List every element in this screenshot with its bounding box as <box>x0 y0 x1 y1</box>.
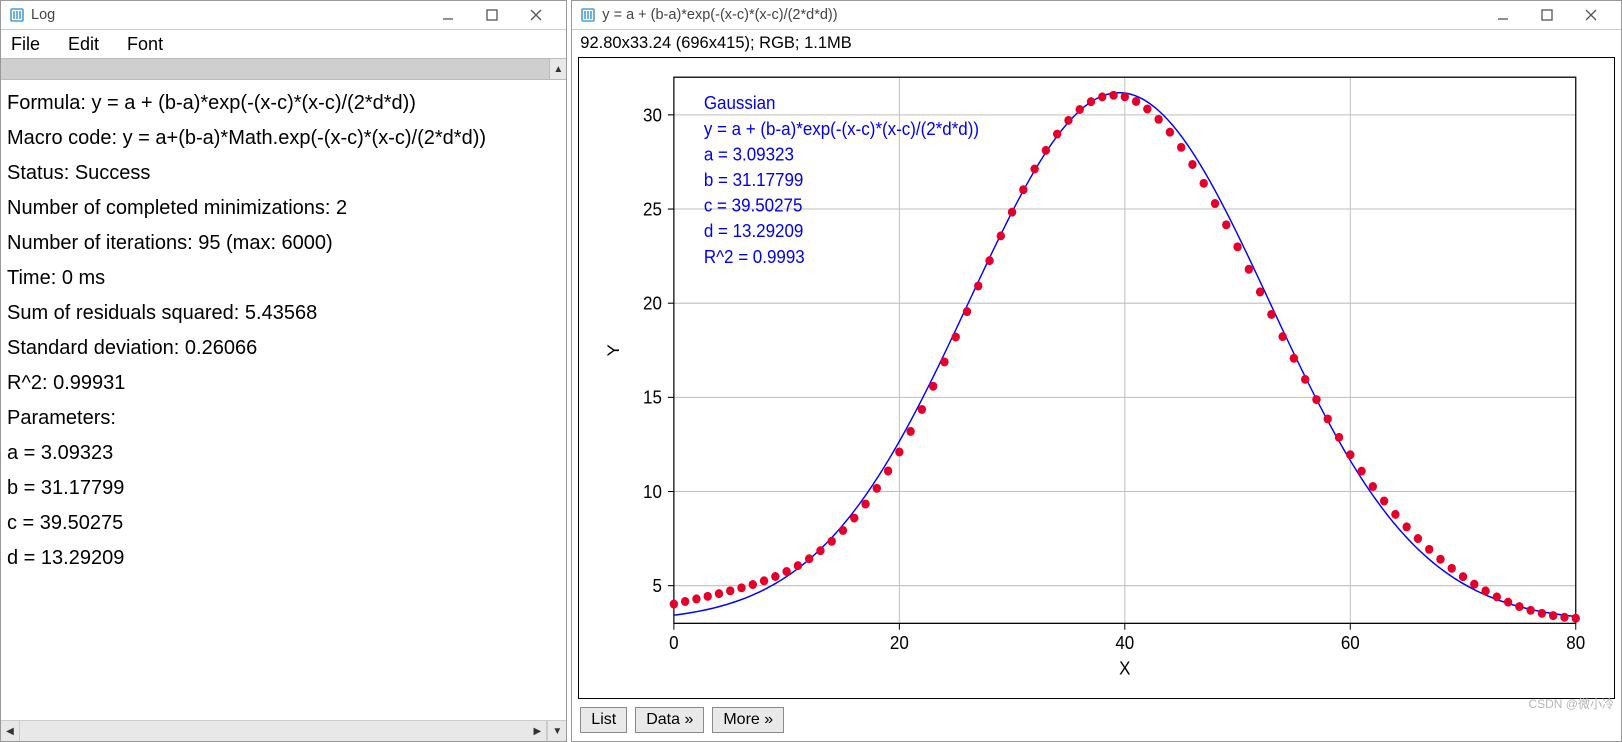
svg-text:c = 39.50275: c = 39.50275 <box>704 195 803 216</box>
log-line: Macro code: y = a+(b-a)*Math.exp(-(x-c)*… <box>7 121 560 156</box>
app-icon <box>580 7 596 23</box>
svg-text:0: 0 <box>669 632 679 653</box>
log-titlebar[interactable]: Log <box>1 1 566 30</box>
svg-text:Y: Y <box>604 344 623 356</box>
watermark: CSDN @微小冷 <box>1528 695 1614 712</box>
log-line: c = 39.50275 <box>7 506 560 541</box>
svg-text:b = 31.17799: b = 31.17799 <box>704 169 804 190</box>
scrollbar-down-icon[interactable]: ▼ <box>547 721 566 741</box>
log-line: Sum of residuals squared: 5.43568 <box>7 296 560 331</box>
log-line: Time: 0 ms <box>7 261 560 296</box>
plot-button-bar: List Data » More » <box>572 699 1621 741</box>
data-button[interactable]: Data » <box>635 707 704 733</box>
svg-text:80: 80 <box>1567 632 1586 653</box>
svg-text:R^2 = 0.9993: R^2 = 0.9993 <box>704 246 805 267</box>
svg-text:20: 20 <box>890 632 909 653</box>
log-line: a = 3.09323 <box>7 436 560 471</box>
scroll-left-icon[interactable]: ◀ <box>1 721 20 741</box>
log-line: R^2: 0.99931 <box>7 366 560 401</box>
svg-text:a = 3.09323: a = 3.09323 <box>704 144 794 165</box>
log-line: Parameters: <box>7 401 560 436</box>
svg-text:30: 30 <box>643 105 662 126</box>
log-line: Status: Success <box>7 156 560 191</box>
svg-text:10: 10 <box>643 481 662 502</box>
log-line: Standard deviation: 0.26066 <box>7 331 560 366</box>
menu-edit[interactable]: Edit <box>64 32 103 57</box>
svg-text:15: 15 <box>643 387 662 408</box>
app-icon <box>9 7 25 23</box>
log-line: Formula: y = a + (b-a)*exp(-(x-c)*(x-c)/… <box>7 86 560 121</box>
svg-text:X: X <box>1119 658 1131 679</box>
plot-window: y = a + (b-a)*exp(-(x-c)*(x-c)/(2*d*d)) … <box>571 0 1622 742</box>
maximize-button[interactable] <box>1525 1 1569 29</box>
log-window: Log File Edit Font ▲ Formula: y = a + (b… <box>0 0 567 742</box>
log-line: Number of completed minimizations: 2 <box>7 191 560 226</box>
more-button[interactable]: More » <box>712 707 784 733</box>
scroll-right-icon[interactable]: ▶ <box>528 721 547 741</box>
scrollbar-up-icon[interactable]: ▲ <box>549 59 566 79</box>
svg-text:y = a + (b-a)*exp(-(x-c)*(x-c): y = a + (b-a)*exp(-(x-c)*(x-c)/(2*d*d)) <box>704 118 979 139</box>
svg-text:60: 60 <box>1341 632 1360 653</box>
svg-text:25: 25 <box>643 199 662 220</box>
minimize-button[interactable] <box>1481 1 1525 29</box>
close-button[interactable] <box>514 1 558 29</box>
svg-text:40: 40 <box>1116 632 1135 653</box>
minimize-button[interactable] <box>426 1 470 29</box>
list-button[interactable]: List <box>580 707 627 733</box>
menu-font[interactable]: Font <box>123 32 167 57</box>
plot-title: y = a + (b-a)*exp(-(x-c)*(x-c)/(2*d*d)) <box>602 7 837 23</box>
log-menubar: File Edit Font <box>1 30 566 58</box>
close-button[interactable] <box>1569 1 1613 29</box>
log-line: b = 31.17799 <box>7 471 560 506</box>
log-line: Number of iterations: 95 (max: 6000) <box>7 226 560 261</box>
svg-text:5: 5 <box>653 576 663 597</box>
plot-titlebar[interactable]: y = a + (b-a)*exp(-(x-c)*(x-c)/(2*d*d)) <box>572 1 1621 30</box>
log-line: d = 13.29209 <box>7 541 560 576</box>
maximize-button[interactable] <box>470 1 514 29</box>
log-title: Log <box>31 7 55 23</box>
svg-text:Gaussian: Gaussian <box>704 93 776 114</box>
svg-text:d = 13.29209: d = 13.29209 <box>704 221 804 242</box>
plot-canvas[interactable]: 0 20 40 60 80 5 10 15 20 25 30 X Y Gaussian y = a + (b… <box>578 57 1615 699</box>
log-body[interactable]: Formula: y = a + (b-a)*exp(-(x-c)*(x-c)/… <box>1 80 566 720</box>
svg-text:20: 20 <box>643 293 662 314</box>
menu-file[interactable]: File <box>7 32 44 57</box>
log-selection-bar: ▲ <box>1 58 566 80</box>
horizontal-scrollbar[interactable]: ◀ ▶ ▼ <box>1 720 566 741</box>
image-status-line: 92.80x33.24 (696x415); RGB; 1.1MB <box>572 30 1621 57</box>
